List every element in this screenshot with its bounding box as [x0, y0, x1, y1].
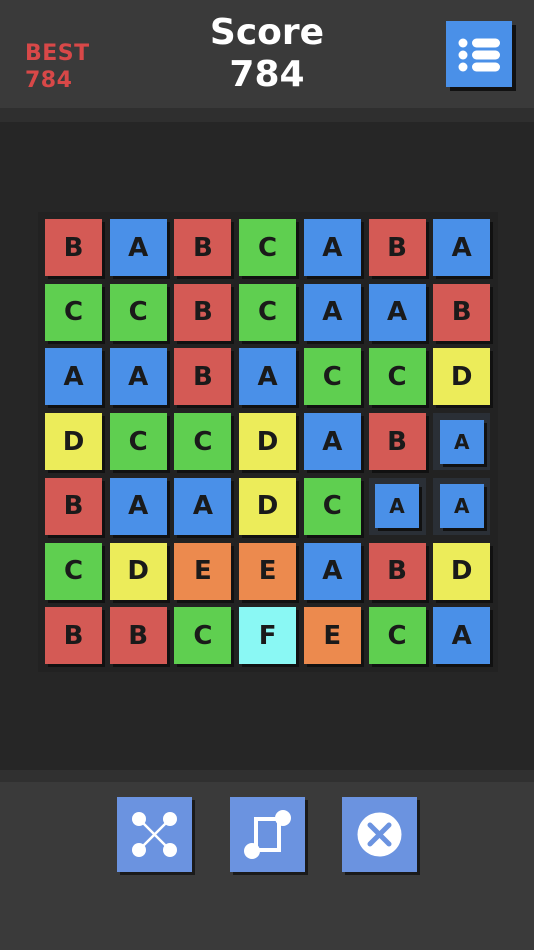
tile-a[interactable]: A [239, 348, 297, 406]
tile-a[interactable]: A [109, 348, 167, 406]
tile-b[interactable]: B [368, 542, 426, 600]
current-score: Score 784 [167, 12, 367, 96]
tile-c[interactable]: C [45, 542, 102, 600]
tile-c[interactable]: C [45, 283, 102, 341]
tile-e[interactable]: E [174, 542, 232, 600]
tile-b[interactable]: B [174, 219, 232, 276]
tile-e[interactable]: E [239, 542, 297, 600]
tile-d[interactable]: D [45, 413, 102, 471]
tile-d[interactable]: D [109, 542, 167, 600]
shuffle-button[interactable] [117, 797, 192, 872]
tile-c[interactable]: C [174, 413, 232, 471]
tile-a[interactable]: A [375, 484, 419, 529]
tile-c[interactable]: C [239, 219, 297, 276]
tile-a[interactable]: A [303, 283, 361, 341]
tile-a[interactable]: A [303, 219, 361, 276]
tile-c[interactable]: C [239, 283, 297, 341]
best-score: BEST 784 [25, 40, 90, 94]
swap-button[interactable] [230, 797, 305, 872]
tile-a[interactable]: A [439, 419, 484, 464]
tile-b[interactable]: B [368, 219, 426, 276]
tile-e[interactable]: E [303, 607, 361, 665]
tile-c[interactable]: C [303, 348, 361, 406]
tile-b[interactable]: B [109, 607, 167, 665]
remove-icon [357, 812, 402, 857]
tile-c[interactable]: C [368, 607, 426, 665]
tile-c[interactable]: C [368, 348, 426, 406]
tile-a[interactable]: A [439, 484, 484, 529]
tile-b[interactable]: B [174, 283, 232, 341]
tile-d[interactable]: D [433, 348, 491, 406]
score-value: 784 [229, 54, 305, 95]
tile-a[interactable]: A [433, 219, 491, 276]
tile-b[interactable]: B [174, 348, 232, 406]
tile-b[interactable]: B [45, 477, 102, 535]
tile-d[interactable]: D [433, 542, 491, 600]
tile-a[interactable]: A [368, 283, 426, 341]
tile-a[interactable]: A [433, 607, 491, 665]
best-label: BEST [25, 41, 90, 66]
swap-icon [244, 810, 291, 859]
tile-b[interactable]: B [433, 283, 491, 341]
tile-b[interactable]: B [45, 607, 102, 665]
game-screen: BEST 784 Score 784 BABCABACCBCAABAABACCD… [0, 0, 534, 950]
menu-list-icon [458, 38, 500, 72]
score-label: Score [209, 12, 325, 53]
tile-c[interactable]: C [174, 607, 232, 665]
game-board: BABCABACCBCAABAABACCDDCCDABABAADCAACDEEA… [38, 212, 498, 672]
tile-a[interactable]: A [303, 413, 361, 471]
shuffle-icon [132, 812, 177, 857]
tile-b[interactable]: B [45, 219, 102, 276]
tile-a[interactable]: A [303, 542, 361, 600]
tile-a[interactable]: A [109, 219, 167, 276]
tile-d[interactable]: D [239, 413, 297, 471]
tile-a[interactable]: A [109, 477, 167, 535]
menu-button[interactable] [446, 21, 512, 87]
tile-f[interactable]: F [239, 607, 297, 665]
tile-b[interactable]: B [368, 413, 426, 471]
header-bar: BEST 784 Score 784 [0, 0, 534, 108]
best-value: 784 [25, 68, 73, 93]
tool-bar-divider [0, 770, 534, 782]
tile-d[interactable]: D [239, 477, 297, 535]
tile-a[interactable]: A [174, 477, 232, 535]
tile-a[interactable]: A [45, 348, 102, 406]
tile-c[interactable]: C [303, 477, 361, 535]
header-divider [0, 108, 534, 122]
tile-c[interactable]: C [109, 283, 167, 341]
remove-button[interactable] [342, 797, 417, 872]
tile-c[interactable]: C [109, 413, 167, 471]
